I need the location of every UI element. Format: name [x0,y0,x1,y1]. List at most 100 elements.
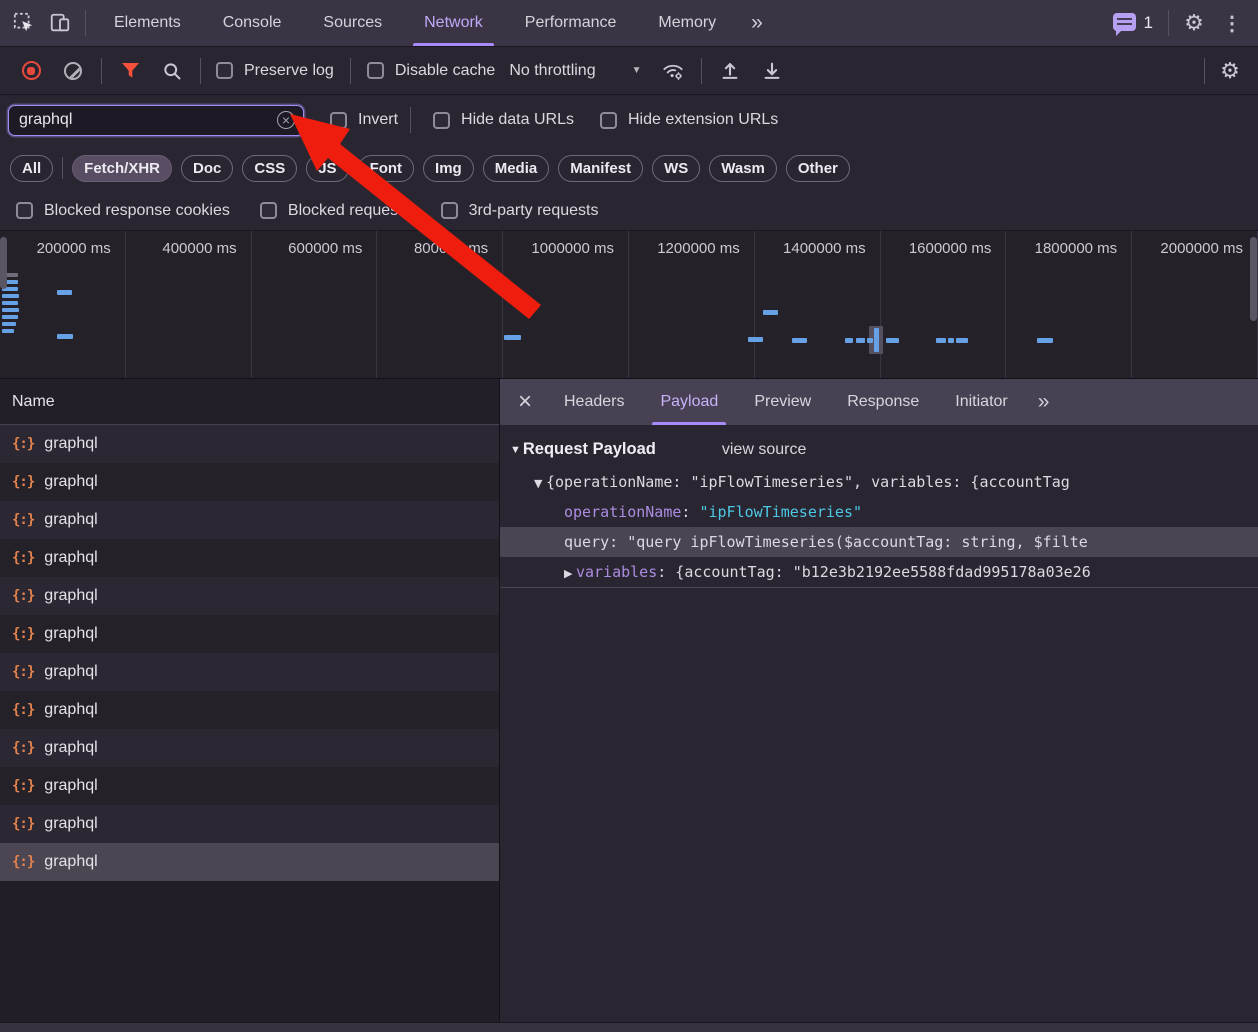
request-name: graphql [44,549,97,567]
request-row[interactable]: {:}graphql [0,615,499,653]
waterfall-bar [867,338,873,343]
3rd-party-requests-label: 3rd-party requests [469,202,599,220]
device-toolbar-icon[interactable] [42,6,78,40]
tab-performance[interactable]: Performance [504,0,638,46]
blocked-response-cookies-checkbox[interactable] [16,202,33,219]
payload-segment: ▶ [564,567,576,580]
chip-all[interactable]: All [10,155,53,182]
timeline-scroll-handle-left[interactable] [0,237,7,289]
blocked-requests-label: Blocked requests [288,202,411,220]
detail-tab-list: HeadersPayloadPreviewResponseInitiator [546,379,1026,425]
issues-message-icon[interactable] [1113,13,1136,31]
tab-sources[interactable]: Sources [302,0,403,46]
chip-wasm[interactable]: Wasm [709,155,777,182]
clear-filter-icon[interactable]: × [277,111,295,129]
tab-network[interactable]: Network [403,0,504,46]
blocked-requests-checkbox[interactable] [260,202,277,219]
payload-segment: "b12e3b2192ee5588fdad995178a03e26 [793,563,1091,581]
close-detail-icon[interactable]: × [504,390,546,414]
kebab-menu-icon[interactable]: ⋮ [1212,11,1252,36]
request-name: graphql [44,587,97,605]
timeline-column: 2000000 ms [1132,231,1258,378]
throttling-select[interactable]: No throttling ▼ [495,62,651,80]
settings-gear-icon[interactable]: ⚙ [1176,6,1212,40]
hide-extension-urls-label: Hide extension URLs [628,111,778,129]
invert-checkbox[interactable] [330,112,347,129]
detail-tab-payload[interactable]: Payload [642,379,736,425]
waterfall-bar [504,335,521,340]
disable-cache-checkbox[interactable] [367,62,384,79]
request-name: graphql [44,473,97,491]
request-row[interactable]: {:}graphql [0,577,499,615]
detail-tab-headers[interactable]: Headers [546,379,642,425]
chip-doc[interactable]: Doc [181,155,233,182]
payload-line[interactable]: ▼ {operationName: "ipFlowTimeseries", va… [500,467,1258,497]
preserve-log-checkbox[interactable] [216,62,233,79]
network-conditions-icon[interactable] [652,54,694,88]
request-row[interactable]: {:}graphql [0,805,499,843]
extra-filters-bar: Blocked response cookiesBlocked requests… [0,191,1258,231]
json-braces-icon: {:} [12,854,34,870]
timeline-column: 1000000 ms [503,231,629,378]
request-row[interactable]: {:}graphql [0,767,499,805]
requests-panel: Name {:}graphql{:}graphql{:}graphql{:}gr… [0,379,500,1022]
network-overview-timeline[interactable]: 200000 ms400000 ms600000 ms800000 ms1000… [0,231,1258,379]
request-name: graphql [44,511,97,529]
import-har-icon[interactable] [709,54,751,88]
chip-fetch-xhr[interactable]: Fetch/XHR [72,155,172,182]
timeline-tick-label: 1000000 ms [503,240,628,257]
payload-line[interactable]: ▶ variables: {accountTag: "b12e3b2192ee5… [500,557,1258,587]
chip-img[interactable]: Img [423,155,474,182]
main-tab-list: ElementsConsoleSourcesNetworkPerformance… [93,0,737,46]
search-icon[interactable] [151,54,193,88]
json-braces-icon: {:} [12,740,34,756]
chip-font[interactable]: Font [358,155,414,182]
filter-funnel-icon[interactable] [109,54,151,88]
payload-segment: : [681,503,699,521]
waterfall-bar [874,328,879,352]
payload-line[interactable]: query: "query ipFlowTimeseries($accountT… [500,527,1258,557]
network-settings-gear-icon[interactable]: ⚙ [1212,54,1248,88]
detail-tab-preview[interactable]: Preview [736,379,829,425]
chip-other[interactable]: Other [786,155,850,182]
request-row[interactable]: {:}graphql [0,425,499,463]
clear-network-log-button[interactable] [52,54,94,88]
hide-extension-urls-checkbox[interactable] [600,112,617,129]
request-name: graphql [44,701,97,719]
more-tabs-icon[interactable]: » [737,11,775,35]
payload-line[interactable]: operationName: "ipFlowTimeseries" [500,497,1258,527]
filter-input[interactable] [17,110,277,130]
waterfall-bar [2,315,18,319]
export-har-icon[interactable] [751,54,793,88]
inspect-element-icon[interactable] [6,6,42,40]
request-row[interactable]: {:}graphql [0,539,499,577]
footer-strip [0,1022,1258,1032]
chip-manifest[interactable]: Manifest [558,155,643,182]
request-row[interactable]: {:}graphql [0,653,499,691]
detail-tab-response[interactable]: Response [829,379,937,425]
preserve-log-label: Preserve log [244,62,334,80]
json-braces-icon: {:} [12,436,34,452]
request-row[interactable]: {:}graphql [0,843,499,881]
tab-memory[interactable]: Memory [637,0,737,46]
3rd-party-requests-checkbox[interactable] [441,202,458,219]
detail-tab-initiator[interactable]: Initiator [937,379,1025,425]
chip-ws[interactable]: WS [652,155,700,182]
request-row[interactable]: {:}graphql [0,729,499,767]
timeline-scroll-handle-right[interactable] [1250,237,1257,321]
chip-js[interactable]: JS [306,155,348,182]
record-network-log-button[interactable] [10,54,52,88]
request-row[interactable]: {:}graphql [0,501,499,539]
chip-media[interactable]: Media [483,155,550,182]
chip-css[interactable]: CSS [242,155,297,182]
view-source-link[interactable]: view source [722,441,806,459]
timeline-tick-label: 200000 ms [0,240,125,257]
tab-elements[interactable]: Elements [93,0,202,46]
request-payload-header[interactable]: ▼ Request Payload view source [510,440,1258,459]
request-row[interactable]: {:}graphql [0,691,499,729]
name-column-header[interactable]: Name [0,379,499,425]
hide-data-urls-checkbox[interactable] [433,112,450,129]
request-row[interactable]: {:}graphql [0,463,499,501]
tab-console[interactable]: Console [202,0,303,46]
detail-more-tabs-icon[interactable]: » [1026,390,1060,414]
